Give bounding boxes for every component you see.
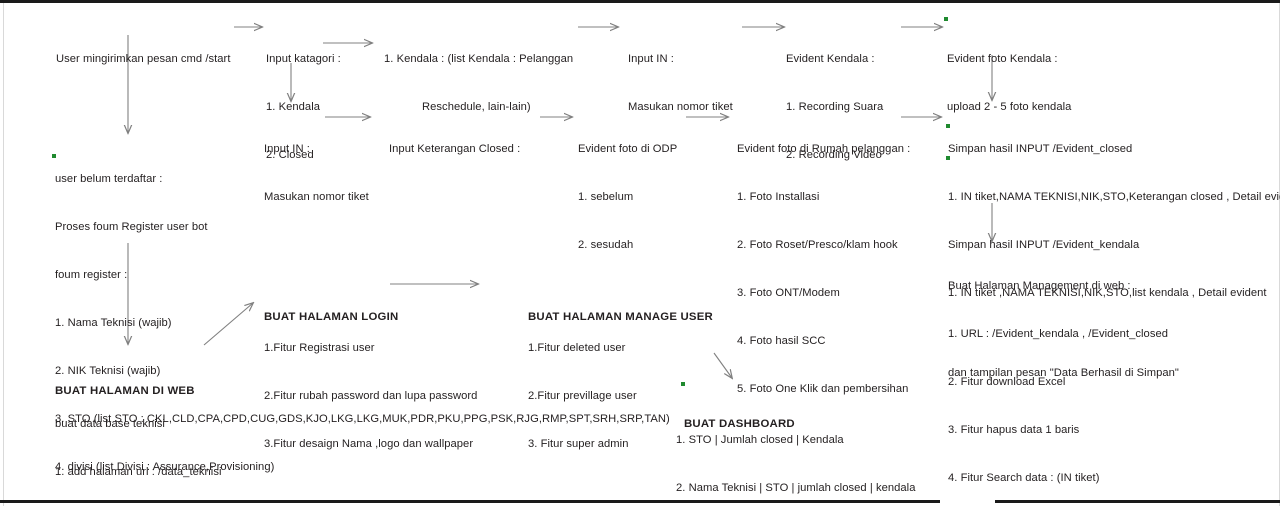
node-buat-halaman-manage-user-line-1: 2.Fitur previllage user bbox=[528, 390, 637, 402]
page-top-rule bbox=[0, 0, 1280, 3]
node-evident-foto-rumah-line-2: 2. Foto Roset/Presco/klam hook bbox=[737, 239, 898, 251]
node-evident-foto-rumah-line-1: 1. Foto Installasi bbox=[737, 191, 820, 203]
node-halaman-management-line-3: 3. Fitur hapus data 1 baris bbox=[948, 424, 1080, 436]
node-halaman-management-line-4: 4. Fitur Search data : (IN tiket) bbox=[948, 472, 1100, 484]
node-evident-kendala-line-0: Evident Kendala : bbox=[786, 53, 875, 65]
node-evident-foto-rumah-line-4: 4. Foto hasil SCC bbox=[737, 335, 826, 347]
node-halaman-management: Buat Halaman Management di web : 1. URL … bbox=[948, 246, 1168, 506]
node-evident-foto-kendala-line-0: Evident foto Kendala : bbox=[947, 53, 1058, 65]
node-buat-halaman-di-web: buat data base teknisi 1. add halaman ur… bbox=[55, 384, 222, 506]
node-buat-dashboard-line-1: 2. Nama Teknisi | STO | jumlah closed | … bbox=[676, 482, 916, 494]
node-simpan-hasil-line-0: Simpan hasil INPUT /Evident_closed bbox=[948, 143, 1133, 155]
node-buat-halaman-manage-user-line-2: 3. Fitur super admin bbox=[528, 438, 629, 450]
node-input-katagori-line-0: Input katagori : bbox=[266, 53, 341, 65]
node-start-line-0: User mingirimkan pesan cmd /start bbox=[56, 53, 231, 65]
node-buat-halaman-login-line-2: 3.Fitur desaign Nama ,logo dan wallpaper bbox=[264, 438, 474, 450]
node-evident-foto-rumah-line-3: 3. Foto ONT/Modem bbox=[737, 287, 840, 299]
node-halaman-management-line-2: 2. Fitur download Excel bbox=[948, 376, 1066, 388]
node-simpan-hasil-line-1: 1. IN tiket,NAMA TEKNISI,NIK,STO,Keteran… bbox=[948, 191, 1280, 203]
node-evident-foto-rumah: Evident foto di Rumah pelanggan : 1. Fot… bbox=[737, 109, 910, 429]
node-user-belum-terdaftar-line-0: user belum terdaftar : bbox=[55, 173, 163, 185]
node-buat-halaman-login-line-0: 1.Fitur Registrasi user bbox=[264, 342, 375, 354]
arrow-manageuser-to-dashboard bbox=[713, 352, 732, 378]
node-kendala-list-line-0: 1. Kendala : (list Kendala : Pelanggan bbox=[384, 53, 574, 65]
node-buat-halaman-manage-user: 1.Fitur deleted user 2.Fitur previllage … bbox=[528, 308, 637, 484]
node-buat-halaman-di-web-line-1: 1. add halaman url : /data_teknisi bbox=[55, 466, 222, 478]
node-buat-halaman-di-web-line-0: buat data base teknisi bbox=[55, 418, 165, 430]
node-halaman-management-line-0: Buat Halaman Management di web : bbox=[948, 280, 1131, 292]
flowchart-canvas: User mingirimkan pesan cmd /start Input … bbox=[0, 0, 1280, 506]
node-start: User mingirimkan pesan cmd /start bbox=[56, 19, 231, 99]
node-halaman-management-line-1: 1. URL : /Evident_kendala , /Evident_clo… bbox=[948, 328, 1169, 340]
node-buat-halaman-manage-user-line-0: 1.Fitur deleted user bbox=[528, 342, 626, 354]
node-user-belum-terdaftar-line-1: Proses foum Register user bot bbox=[55, 221, 208, 233]
node-buat-halaman-login-line-1: 2.Fitur rubah password dan lupa password bbox=[264, 390, 478, 402]
page-left-rule bbox=[3, 3, 4, 506]
node-buat-dashboard: 1. STO | Jumlah closed | Kendala 2. Nama… bbox=[676, 400, 916, 506]
node-input-in-1-line-0: Input IN : bbox=[628, 53, 674, 65]
node-buat-dashboard-line-0: 1. STO | Jumlah closed | Kendala bbox=[676, 434, 844, 446]
node-buat-halaman-login: 1.Fitur Registrasi user 2.Fitur rubah pa… bbox=[264, 308, 477, 484]
node-evident-foto-rumah-line-0: Evident foto di Rumah pelanggan : bbox=[737, 143, 911, 155]
